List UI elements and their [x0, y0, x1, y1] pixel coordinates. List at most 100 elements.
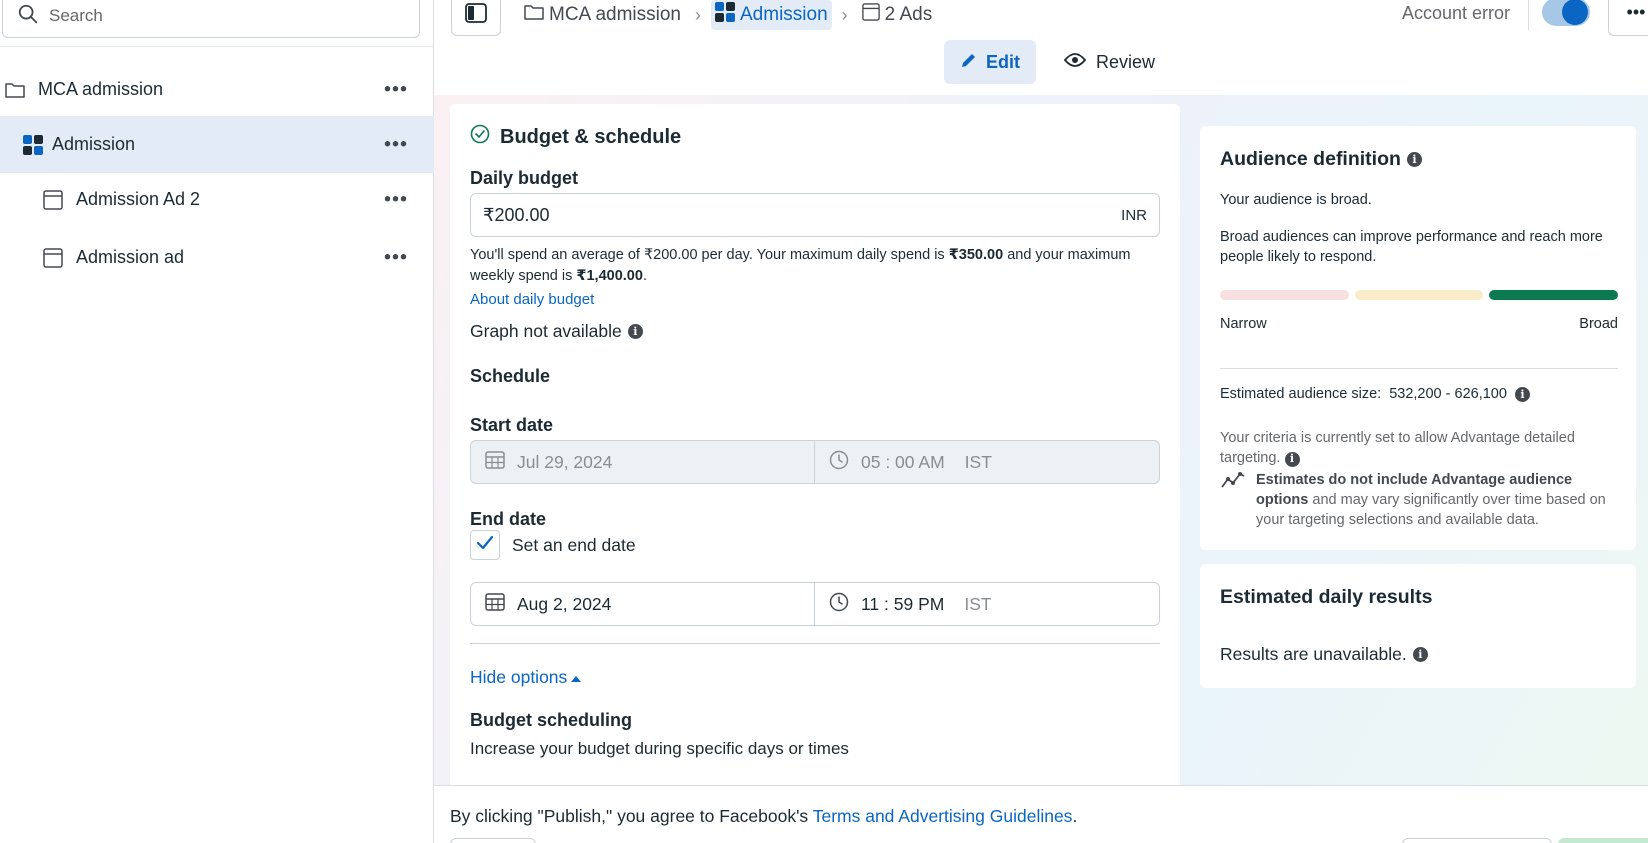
more-options-button[interactable]: •••	[384, 246, 408, 269]
start-time-input: 05 : 00 AM IST	[815, 441, 992, 483]
back-button[interactable]	[1402, 838, 1552, 843]
edit-label: Edit	[986, 51, 1020, 72]
clock-icon	[829, 450, 849, 475]
info-icon[interactable]: i	[1406, 152, 1422, 167]
currency-label: INR	[1121, 206, 1147, 224]
sidebar-item-label: MCA admission	[38, 79, 164, 99]
breadcrumb-campaign[interactable]: MCA admission	[520, 0, 685, 30]
sidebar-item-adset[interactable]: Admission •••	[0, 116, 434, 173]
hide-options-link[interactable]: Hide options	[470, 667, 582, 688]
audience-broad-description: Broad audiences can improve performance …	[1220, 229, 1603, 265]
check-circle-icon	[470, 124, 490, 150]
footer-text: .	[1072, 806, 1078, 826]
spend-text: You'll spend an average of ₹200.00 per d…	[470, 247, 949, 263]
info-icon[interactable]: i	[627, 324, 643, 339]
more-options-button[interactable]: •••	[1608, 0, 1648, 36]
calendar-icon	[485, 450, 505, 475]
timezone-label: IST	[964, 593, 992, 614]
end-date-value: Aug 2, 2024	[517, 593, 612, 614]
ad-icon	[861, 3, 880, 27]
results-text: Results are unavailable.	[1220, 644, 1407, 664]
chevron-right-icon: ›	[695, 4, 701, 25]
sidebar-divider	[0, 46, 434, 47]
daily-budget-input[interactable]: ₹200.00 INR	[470, 193, 1160, 237]
review-label: Review	[1096, 51, 1156, 72]
calendar-icon	[485, 592, 505, 617]
budget-schedule-card: Budget & schedule Daily budget ₹200.00 I…	[450, 104, 1180, 794]
set-end-date-row[interactable]: Set an end date	[470, 530, 636, 560]
sidebar-item-ad-1[interactable]: Admission ad •••	[0, 229, 434, 286]
clock-icon	[829, 592, 849, 617]
audience-size-meter	[1220, 290, 1619, 300]
ad-icon	[42, 247, 64, 269]
sidebar-item-campaign[interactable]: MCA admission •••	[0, 61, 434, 118]
publish-agreement: By clicking "Publish," you agree to Face…	[450, 806, 1077, 827]
side-panel-icon	[465, 2, 487, 29]
more-options-button[interactable]: •••	[384, 188, 408, 211]
results-unavailable: Results are unavailable. i	[1220, 644, 1428, 665]
audience-broad-text: Your audience is broad.	[1220, 192, 1372, 208]
breadcrumb-ads[interactable]: 2 Ads	[858, 0, 937, 30]
divider	[1220, 368, 1618, 369]
toggle-panel-button[interactable]	[451, 0, 501, 36]
more-options-button[interactable]: •••	[384, 133, 408, 156]
audience-definition-card: Audience definition i Your audience is b…	[1200, 126, 1636, 550]
sidebar-item-label: Admission	[52, 134, 136, 154]
end-date-input[interactable]: Aug 2, 2024	[471, 583, 815, 625]
graph-na-text: Graph not available	[470, 321, 622, 341]
status-toggle[interactable]	[1542, 0, 1590, 26]
estimated-audience-size: Estimated audience size: 532,200 - 626,1…	[1220, 386, 1530, 402]
trend-icon	[1220, 470, 1246, 530]
hide-options-label: Hide options	[470, 667, 568, 687]
start-date-label: Start date	[470, 415, 554, 435]
top-bar: MCA admission › Admission › 2 Ads Accoun…	[434, 0, 1648, 95]
broad-label: Broad	[1579, 316, 1618, 332]
info-icon[interactable]: i	[1514, 386, 1530, 402]
about-daily-budget-link[interactable]: About daily budget	[470, 291, 594, 308]
max-weekly-spend: ₹1,400.00	[576, 268, 643, 284]
breadcrumb-adset[interactable]: Admission	[711, 0, 832, 30]
more-options-button[interactable]: •••	[384, 78, 408, 101]
start-time-value: 05 : 00 AM	[861, 451, 945, 472]
set-end-date-label: Set an end date	[512, 534, 636, 555]
end-date-label: End date	[470, 509, 547, 529]
spend-text: .	[642, 268, 647, 284]
max-daily-spend: ₹350.00	[948, 247, 1004, 263]
meter-segment-narrow	[1220, 290, 1349, 300]
criteria-text: Your criteria is currently set to allow …	[1220, 428, 1618, 468]
pencil-icon	[960, 51, 978, 74]
search-input[interactable]	[49, 6, 389, 26]
terms-link[interactable]: Terms and Advertising Guidelines	[813, 806, 1073, 826]
toggle-knob	[1562, 0, 1588, 25]
info-icon[interactable]: i	[1284, 451, 1300, 467]
daily-budget-label: Daily budget	[470, 168, 579, 188]
folder-icon	[4, 79, 26, 101]
section-header: Budget & schedule	[470, 124, 681, 150]
end-time-input[interactable]: 11 : 59 PM IST	[815, 583, 992, 625]
audience-title: Audience definition	[1220, 148, 1401, 170]
section-title: Budget & schedule	[500, 125, 682, 148]
edit-tab[interactable]: Edit	[944, 40, 1036, 84]
chevron-right-icon: ›	[841, 4, 848, 25]
publish-button[interactable]	[1558, 838, 1648, 843]
set-end-date-checkbox[interactable]	[470, 530, 500, 560]
breadcrumb-label: MCA admission	[549, 4, 681, 25]
sidebar-item-label: Admission ad	[76, 247, 185, 267]
est-label: Estimated audience size:	[1220, 386, 1382, 402]
account-error-label[interactable]: Account error	[1402, 3, 1510, 24]
info-icon[interactable]: i	[1412, 647, 1428, 662]
sidebar: MCA admission ••• Admission ••• Admissio…	[0, 0, 434, 843]
close-button[interactable]	[450, 838, 536, 843]
budget-scheduling-text: Increase your budget during specific day…	[470, 739, 849, 758]
search-icon	[17, 3, 39, 30]
footer: By clicking "Publish," you agree to Face…	[434, 785, 1648, 843]
review-tab[interactable]: Review	[1058, 40, 1161, 84]
search-box[interactable]	[2, 0, 420, 38]
note-text: Estimates do not include Advantage audie…	[1256, 470, 1618, 530]
breadcrumb: MCA admission › Admission › 2 Ads	[520, 0, 936, 30]
start-date-value: Jul 29, 2024	[517, 451, 613, 472]
estimates-note: Estimates do not include Advantage audie…	[1220, 470, 1618, 530]
sidebar-item-ad-2[interactable]: Admission Ad 2 •••	[0, 171, 434, 228]
adset-grid-icon	[715, 2, 735, 28]
note-rest: and may vary significantly over time bas…	[1256, 492, 1606, 528]
